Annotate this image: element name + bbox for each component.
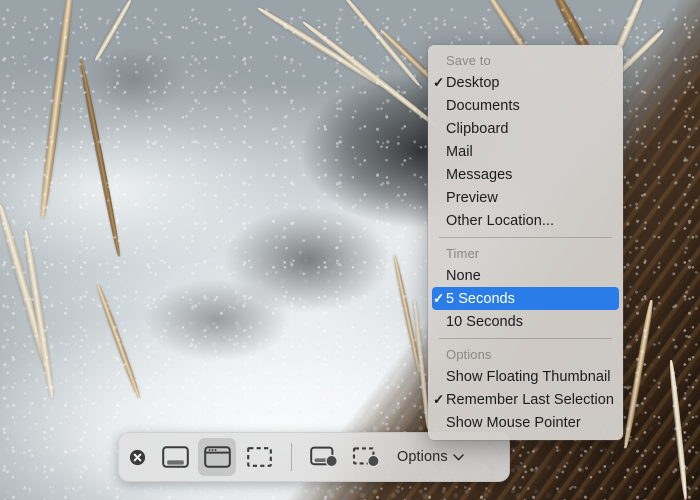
options-button-label: Options (397, 449, 448, 465)
toolbar-divider (291, 443, 292, 471)
menu-item-desktop[interactable]: ✓ Desktop (428, 71, 623, 94)
menu-item-label: 5 Seconds (446, 290, 515, 307)
menu-section-title-save-to: Save to (446, 52, 491, 68)
menu-item-label: None (446, 267, 481, 284)
menu-item-show-floating-thumbnail[interactable]: Show Floating Thumbnail (428, 365, 623, 388)
capture-tool-group: Capture Entire Screen Capture Selected W… (156, 438, 385, 476)
options-button[interactable]: Options (397, 449, 464, 465)
menu-item-mail[interactable]: Mail (428, 140, 623, 163)
checkmark-icon: ✓ (433, 74, 445, 90)
menu-item-messages[interactable]: Messages (428, 163, 623, 186)
capture-selected-window-button[interactable]: Capture Selected Window (198, 438, 236, 476)
checkmark-icon: ✓ (433, 290, 445, 306)
record-entire-screen-button[interactable]: Record Entire Screen (305, 438, 343, 476)
selected-portion-icon (246, 447, 272, 467)
menu-item-label: Show Floating Thumbnail (446, 368, 611, 385)
entire-screen-icon (161, 446, 189, 468)
menu-separator (439, 338, 612, 339)
close-icon (129, 449, 145, 465)
record-portion-icon (352, 447, 380, 468)
menu-item-label: Show Mouse Pointer (446, 414, 581, 431)
menu-item-label: Mail (446, 143, 473, 160)
menu-item-show-mouse-pointer[interactable]: Show Mouse Pointer (428, 411, 623, 434)
record-selected-portion-button[interactable]: Record Selected Portion (347, 438, 385, 476)
menu-item-label: Desktop (446, 74, 500, 91)
close-button[interactable]: Close (118, 449, 156, 466)
menu-item-label: Documents (446, 97, 520, 114)
menu-item-label: Messages (446, 166, 513, 183)
menu-item-label: Preview (446, 189, 498, 206)
menu-item-label: Remember Last Selection (446, 391, 614, 408)
chevron-down-icon (452, 453, 464, 460)
record-screen-icon (309, 446, 338, 468)
selected-window-icon (203, 446, 231, 468)
checkmark-icon: ✓ (433, 391, 445, 407)
menu-item-timer-5-seconds[interactable]: ✓ 5 Seconds (432, 287, 619, 310)
menu-item-timer-10-seconds[interactable]: 10 Seconds (428, 310, 623, 333)
menu-item-other-location[interactable]: Other Location... (428, 209, 623, 232)
menu-section-title-options: Options (446, 346, 492, 362)
desktop-screen: Close Capture Entire Screen Capture Sele… (0, 0, 700, 500)
options-dropdown-menu[interactable]: Save to ✓ Desktop Documents Clipboard Ma… (428, 45, 623, 440)
capture-selected-portion-button[interactable]: Capture Selected Portion (240, 438, 278, 476)
menu-item-timer-none[interactable]: None (428, 264, 623, 287)
menu-item-label: Other Location... (446, 212, 555, 229)
menu-item-remember-last-selection[interactable]: ✓ Remember Last Selection (428, 388, 623, 411)
menu-section-title-timer: Timer (446, 245, 480, 261)
menu-item-preview[interactable]: Preview (428, 186, 623, 209)
menu-separator (439, 237, 612, 238)
capture-entire-screen-button[interactable]: Capture Entire Screen (156, 438, 194, 476)
menu-item-clipboard[interactable]: Clipboard (428, 117, 623, 140)
menu-item-label: 10 Seconds (446, 313, 524, 330)
menu-item-label: Clipboard (446, 120, 509, 137)
menu-item-documents[interactable]: Documents (428, 94, 623, 117)
